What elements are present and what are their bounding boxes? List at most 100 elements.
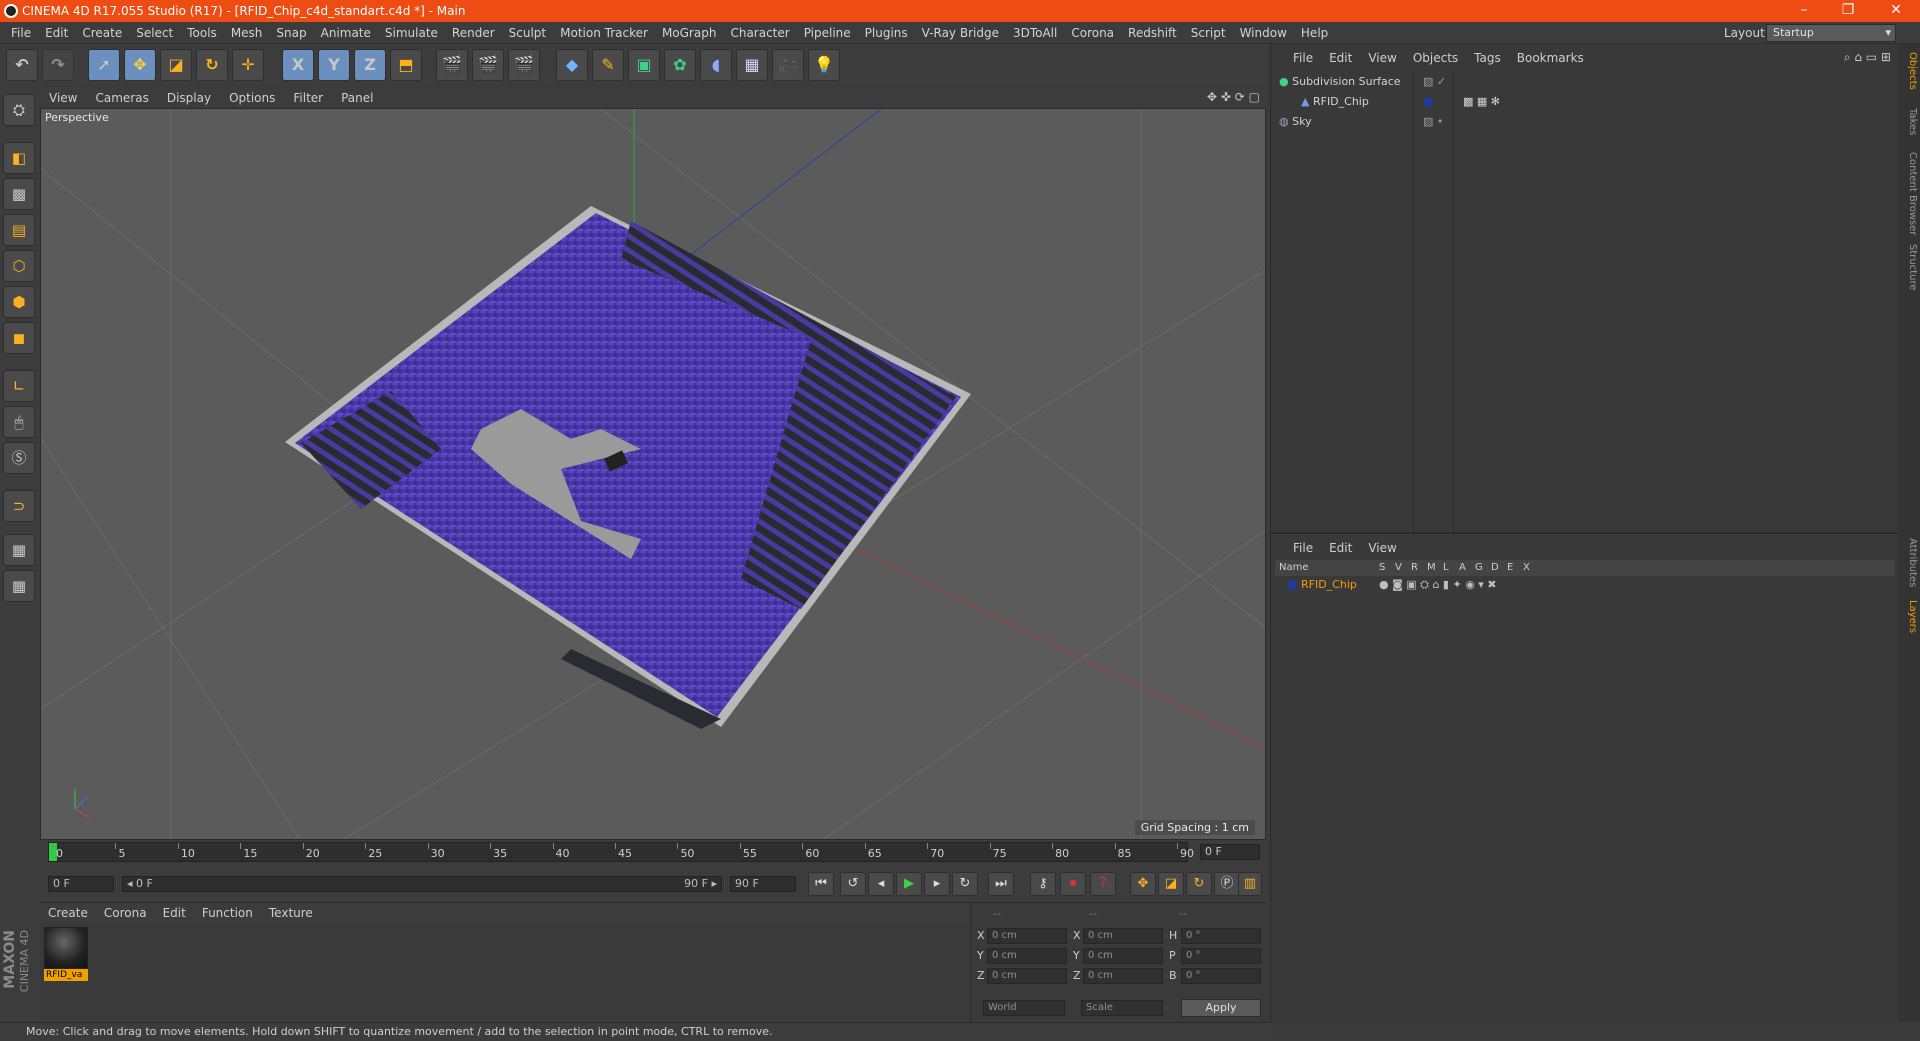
key-position-button[interactable]: ✥ xyxy=(1130,872,1156,896)
viewport-menu-options[interactable]: Options xyxy=(220,88,284,108)
menu-create[interactable]: Create xyxy=(75,22,129,44)
menu-simulate[interactable]: Simulate xyxy=(378,22,445,44)
viewport-menu-filter[interactable]: Filter xyxy=(284,88,332,108)
menu-snap[interactable]: Snap xyxy=(269,22,313,44)
magnet-button[interactable]: ⊃ xyxy=(3,490,35,522)
material-menu-texture[interactable]: Texture xyxy=(261,903,321,923)
material-menu-edit[interactable]: Edit xyxy=(155,903,194,923)
menu-motion-tracker[interactable]: Motion Tracker xyxy=(553,22,655,44)
previous-keyframe-button[interactable]: ↺ xyxy=(840,872,866,896)
key-scale-button[interactable]: ◪ xyxy=(1158,872,1184,896)
pos-y-field[interactable]: 0 cm xyxy=(987,948,1067,964)
minimize-button[interactable]: – xyxy=(1784,0,1824,22)
layer-toggles-icon[interactable]: ● ◙ ▣ ⛭ ⌂ ▮ ✦ ◉ ▾ ✖ xyxy=(1379,577,1497,593)
deformer-button[interactable]: ◖ xyxy=(700,49,732,81)
visibility-dots-icon[interactable]: ▨ • xyxy=(1423,112,1443,132)
coordinate-system-button[interactable]: ⬒ xyxy=(390,49,422,81)
next-keyframe-button[interactable]: ↻ xyxy=(952,872,978,896)
viewport-menu-view[interactable]: View xyxy=(40,88,86,108)
polygons-mode-button[interactable]: ◼ xyxy=(3,322,35,354)
floor-button[interactable]: ▦ xyxy=(736,49,768,81)
texture-tag-icon[interactable]: ▩ ▦ ✻ xyxy=(1463,92,1500,112)
rot-b-field[interactable]: 0 ° xyxy=(1181,968,1261,984)
layout-select[interactable]: Startup ▾ xyxy=(1766,24,1896,42)
obj-menu-edit[interactable]: Edit xyxy=(1321,48,1360,68)
viewport-menu-cameras[interactable]: Cameras xyxy=(86,88,157,108)
menu-plugins[interactable]: Plugins xyxy=(858,22,915,44)
y-axis-lock-button[interactable]: Y xyxy=(318,49,350,81)
visibility-dots-icon[interactable]: ▨ ✓ xyxy=(1423,72,1446,92)
workplane-button[interactable]: ▤ xyxy=(3,214,35,246)
snap-button[interactable]: Ⓢ xyxy=(3,442,35,474)
model-mode-button[interactable]: ◧ xyxy=(3,142,35,174)
layer-menu-edit[interactable]: Edit xyxy=(1321,538,1360,558)
light-button[interactable]: 💡 xyxy=(808,49,840,81)
make-editable-button[interactable]: ⛭ xyxy=(3,94,35,126)
render-view-button[interactable]: 🎬 xyxy=(436,49,468,81)
render-picture-viewer-button[interactable]: 🎬 xyxy=(472,49,504,81)
obj-menu-file[interactable]: File xyxy=(1285,48,1321,68)
close-button[interactable]: ✕ xyxy=(1876,0,1916,22)
pen-spline-button[interactable]: ✎ xyxy=(592,49,624,81)
menu-animate[interactable]: Animate xyxy=(314,22,378,44)
tab-attributes[interactable]: Attributes xyxy=(1900,538,1918,587)
next-frame-button[interactable]: ▸ xyxy=(924,872,950,896)
menu-character[interactable]: Character xyxy=(723,22,796,44)
current-frame-field[interactable]: 0 F xyxy=(1200,844,1260,860)
z-axis-lock-button[interactable]: Z xyxy=(354,49,386,81)
planar-workplane-button[interactable]: ▦ xyxy=(3,570,35,602)
menu-edit[interactable]: Edit xyxy=(38,22,75,44)
layer-menu-file[interactable]: File xyxy=(1285,538,1321,558)
tab-structure[interactable]: Structure xyxy=(1900,244,1918,291)
edit-render-settings-button[interactable]: 🎬 xyxy=(508,49,540,81)
viewport-menu-display[interactable]: Display xyxy=(158,88,220,108)
material-menu-function[interactable]: Function xyxy=(194,903,261,923)
x-axis-lock-button[interactable]: X xyxy=(282,49,314,81)
size-mode-select[interactable]: Scale xyxy=(1081,1000,1163,1016)
menu-mesh[interactable]: Mesh xyxy=(224,22,270,44)
menu-sculpt[interactable]: Sculpt xyxy=(502,22,553,44)
move-tool-button[interactable]: ✥ xyxy=(124,49,156,81)
viewport-menu-panel[interactable]: Panel xyxy=(332,88,382,108)
menu-render[interactable]: Render xyxy=(445,22,502,44)
perspective-viewport[interactable]: Perspective Grid Spacing : 1 cm xyxy=(40,108,1266,840)
menu-select[interactable]: Select xyxy=(129,22,180,44)
camera-button[interactable]: 🎥 xyxy=(772,49,804,81)
obj-menu-view[interactable]: View xyxy=(1360,48,1404,68)
tab-layers[interactable]: Layers xyxy=(1900,600,1918,633)
menu-help[interactable]: Help xyxy=(1294,22,1335,44)
end-frame-field[interactable]: 90 F xyxy=(730,876,796,892)
size-y-field[interactable]: 0 cm xyxy=(1083,948,1163,964)
restore-button[interactable]: ❐ xyxy=(1828,0,1868,22)
apply-button[interactable]: Apply xyxy=(1181,999,1261,1017)
tab-takes[interactable]: Takes xyxy=(1900,108,1918,135)
object-row-rfid-chip[interactable]: ▲ RFID_Chip ■ ▩ ▦ ✻ xyxy=(1279,92,1891,112)
live-selection-button[interactable]: ➚ xyxy=(88,49,120,81)
timeline-window-button[interactable]: ▥ xyxy=(1238,872,1262,896)
texture-mode-button[interactable]: ▩ xyxy=(3,178,35,210)
obj-menu-bookmarks[interactable]: Bookmarks xyxy=(1509,48,1592,68)
play-button[interactable]: ▶ xyxy=(896,872,922,896)
autokey-button[interactable]: ? xyxy=(1090,872,1116,896)
key-rotation-button[interactable]: ↻ xyxy=(1186,872,1212,896)
pos-z-field[interactable]: 0 cm xyxy=(987,968,1067,984)
scale-tool-button[interactable]: ◪ xyxy=(160,49,192,81)
previous-frame-button[interactable]: ◂ xyxy=(868,872,894,896)
viewport-navigation-icons[interactable]: ✥ ✜ ⟳ ▢ xyxy=(1207,90,1260,104)
go-to-start-button[interactable]: ⏮ xyxy=(808,872,834,896)
edges-mode-button[interactable]: ⬢ xyxy=(3,286,35,318)
menu-mograph[interactable]: MoGraph xyxy=(655,22,724,44)
menu-script[interactable]: Script xyxy=(1184,22,1233,44)
layer-menu-view[interactable]: View xyxy=(1360,538,1404,558)
cube-object-button[interactable]: ◆ xyxy=(556,49,588,81)
search-icon[interactable]: ⌕ ⌂ ▭ ⊞ xyxy=(1844,50,1891,65)
object-row-sky[interactable]: ◍ Sky ▨ • xyxy=(1279,112,1891,132)
object-row-subdivision-surface[interactable]: ● Subdivision Surface ▨ ✓ xyxy=(1279,72,1891,92)
tab-objects[interactable]: Objects xyxy=(1900,52,1918,90)
menu-file[interactable]: File xyxy=(4,22,38,44)
rot-h-field[interactable]: 0 ° xyxy=(1181,928,1261,944)
coordinate-mode-select[interactable]: World xyxy=(983,1000,1065,1016)
layer-color-icon[interactable]: ■ xyxy=(1423,92,1433,112)
rotate-tool-button[interactable]: ↻ xyxy=(196,49,228,81)
go-to-end-button[interactable]: ⏭ xyxy=(988,872,1014,896)
